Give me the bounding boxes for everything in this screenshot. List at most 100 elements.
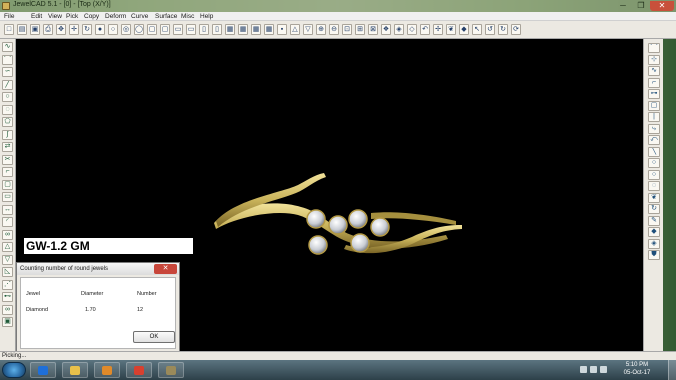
grid-icon[interactable]: ▦: [251, 24, 261, 35]
diamond-icon[interactable]: ◆: [648, 227, 660, 237]
circle-icon[interactable]: ○: [108, 24, 118, 35]
ie-icon[interactable]: [30, 362, 56, 378]
node-icon[interactable]: ⊹: [648, 54, 660, 65]
arc-tool-icon[interactable]: ◜: [2, 217, 13, 227]
twist-icon[interactable]: ⤺: [648, 135, 660, 145]
circle-icon[interactable]: ○: [648, 169, 660, 180]
rectangle-icon[interactable]: ▭: [2, 192, 13, 202]
triangle-down-tool-icon[interactable]: ▽: [2, 254, 13, 265]
menu-deform[interactable]: Deform: [105, 12, 126, 21]
ellipse-icon[interactable]: ◌: [2, 104, 13, 115]
grid-icon[interactable]: ▦: [225, 24, 235, 35]
network-icon[interactable]: [590, 366, 597, 373]
show-desktop-button[interactable]: [668, 360, 676, 380]
square-select-icon[interactable]: ▢: [2, 179, 13, 190]
loop-icon[interactable]: ∞: [2, 229, 13, 240]
menu-curve[interactable]: Curve: [131, 12, 148, 21]
fillet-icon[interactable]: ⌐: [2, 167, 13, 177]
square-icon[interactable]: ▢: [147, 24, 157, 35]
link-icon[interactable]: ⊶: [648, 89, 660, 99]
zoom-all-icon[interactable]: ⊠: [368, 24, 378, 35]
wire-icon[interactable]: ◇: [407, 24, 417, 35]
shaded-icon[interactable]: ◈: [394, 24, 404, 35]
render-icon[interactable]: ❖: [381, 24, 391, 35]
zoom-window-icon[interactable]: ⊡: [342, 24, 352, 35]
menu-surface[interactable]: Surface: [155, 12, 177, 21]
link-icon[interactable]: ⊷: [2, 292, 13, 302]
triangle-up-icon[interactable]: △: [290, 24, 300, 35]
cross-icon[interactable]: ✛: [69, 24, 79, 35]
select-icon[interactable]: ↖: [472, 24, 482, 35]
box-icon[interactable]: ▪: [277, 24, 287, 35]
triangle-icon[interactable]: △: [2, 242, 13, 252]
target-icon[interactable]: ◎: [121, 24, 131, 35]
line-icon[interactable]: ╱: [2, 79, 13, 90]
leaf-icon[interactable]: ❦: [446, 24, 456, 35]
frame-icon[interactable]: ▭: [186, 24, 196, 35]
gem-icon[interactable]: ◈: [648, 238, 660, 249]
media-player-icon[interactable]: [94, 362, 120, 378]
chrome-icon[interactable]: [126, 362, 152, 378]
pencil-icon[interactable]: ✎: [648, 215, 660, 226]
window-icon[interactable]: ▯: [199, 24, 209, 35]
leaf-icon[interactable]: ❦: [648, 192, 660, 203]
volume-icon[interactable]: [600, 366, 607, 373]
square-icon[interactable]: ▢: [160, 24, 170, 35]
circle-tool-icon[interactable]: ○: [2, 92, 13, 102]
polygon-icon[interactable]: ⬠: [2, 117, 13, 127]
shield-icon[interactable]: ⛊: [648, 250, 660, 260]
menu-file[interactable]: File: [4, 12, 14, 21]
move-icon[interactable]: ✢: [433, 24, 443, 35]
bezier-icon[interactable]: ∫: [2, 129, 13, 140]
frame-icon[interactable]: ▢: [648, 100, 660, 111]
tilt-icon[interactable]: ╲: [648, 146, 660, 157]
grid-icon[interactable]: ▦: [264, 24, 274, 35]
spline-icon[interactable]: ∽: [2, 67, 13, 77]
open-folder-icon[interactable]: ▤: [17, 24, 27, 35]
loop-icon[interactable]: ↻: [648, 204, 660, 214]
ok-button[interactable]: OK: [133, 331, 175, 343]
bevel-icon[interactable]: ⋰: [2, 279, 13, 290]
repeat-icon[interactable]: ⟳: [511, 24, 521, 35]
corner-icon[interactable]: ◺: [2, 267, 13, 277]
menu-help[interactable]: Help: [200, 12, 213, 21]
wave-icon[interactable]: ∿: [648, 66, 660, 76]
bend-icon[interactable]: ⤷: [648, 123, 660, 134]
curve-icon[interactable]: ⌒: [648, 43, 660, 53]
minimize-button[interactable]: ─: [614, 1, 632, 11]
dialog-close-button[interactable]: ✕: [154, 264, 177, 274]
explorer-icon[interactable]: [62, 362, 88, 378]
clock-time[interactable]: 5:10 PM: [612, 362, 662, 368]
sphere-icon[interactable]: ●: [95, 24, 105, 35]
menu-pick[interactable]: Pick: [66, 12, 78, 21]
triangle-down-icon[interactable]: ▽: [303, 24, 313, 35]
curve-icon[interactable]: ∿: [2, 42, 13, 52]
new-file-icon[interactable]: □: [4, 24, 14, 35]
arc-icon[interactable]: ⌒: [2, 54, 13, 65]
redo-icon[interactable]: ↻: [498, 24, 508, 35]
pipe-icon[interactable]: ∣: [648, 112, 660, 122]
offset-icon[interactable]: ⇄: [2, 142, 13, 152]
circle-icon[interactable]: ○: [648, 158, 660, 168]
double-loop-icon[interactable]: ∞: [2, 304, 13, 315]
clock-date[interactable]: 05-Oct-17: [612, 370, 662, 376]
window-icon[interactable]: ▯: [212, 24, 222, 35]
maximize-button[interactable]: ❐: [632, 1, 650, 11]
zoom-out-icon[interactable]: ⊖: [329, 24, 339, 35]
print-icon[interactable]: ⎙: [43, 24, 53, 35]
rotate-icon[interactable]: ↻: [82, 24, 92, 35]
grid-icon[interactable]: ▦: [238, 24, 248, 35]
close-button[interactable]: ✕: [650, 1, 674, 11]
tray-icon[interactable]: [580, 366, 587, 373]
undo-arrow-icon[interactable]: ↶: [420, 24, 430, 35]
menu-view[interactable]: View: [48, 12, 62, 21]
save-icon[interactable]: ▣: [30, 24, 40, 35]
scale-icon[interactable]: ↔: [2, 204, 13, 215]
gem-icon[interactable]: ◆: [459, 24, 469, 35]
menu-edit[interactable]: Edit: [31, 12, 42, 21]
start-button[interactable]: [2, 362, 26, 378]
jewelcad-icon[interactable]: [158, 362, 184, 378]
box-tool-icon[interactable]: ▣: [2, 317, 13, 327]
menu-copy[interactable]: Copy: [84, 12, 99, 21]
zoom-in-icon[interactable]: ⊕: [316, 24, 326, 35]
